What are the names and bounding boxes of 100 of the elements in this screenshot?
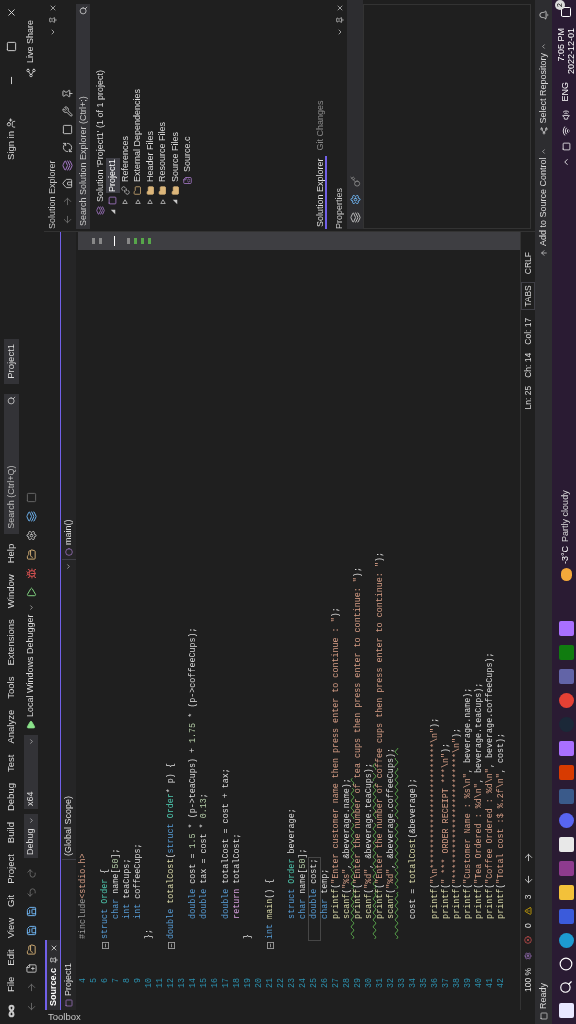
menu-item[interactable]: Analyze bbox=[3, 709, 19, 744]
warning-count[interactable]: 3 bbox=[521, 894, 535, 900]
tree-item[interactable]: References bbox=[118, 134, 132, 183]
add-to-source-control-link[interactable]: Add to Source Control bbox=[536, 157, 551, 247]
menu-item[interactable]: Debug bbox=[3, 783, 19, 812]
clock-date[interactable]: 2022-12-01 bbox=[566, 28, 576, 75]
archive-icon[interactable] bbox=[558, 861, 574, 876]
collapse-all-button[interactable] bbox=[60, 123, 74, 137]
menu-item[interactable]: Window bbox=[3, 574, 19, 609]
categorized-button[interactable] bbox=[348, 211, 362, 225]
temperature[interactable]: -3°C bbox=[559, 545, 573, 564]
volume-icon[interactable] bbox=[561, 109, 571, 120]
pin-icon[interactable] bbox=[49, 955, 58, 964]
visual-studio-icon[interactable] bbox=[558, 621, 574, 636]
tree-item[interactable]: Resource Files bbox=[156, 120, 170, 183]
chat-icon[interactable] bbox=[558, 813, 574, 828]
search-field[interactable]: Search (Ctrl+Q) bbox=[3, 407, 19, 534]
bug-button[interactable] bbox=[24, 566, 38, 581]
collapsed-arrow-icon[interactable] bbox=[134, 199, 141, 205]
property-pages-button[interactable] bbox=[348, 193, 362, 207]
collapsed-arrow-icon[interactable] bbox=[159, 199, 166, 205]
tree-item[interactable]: Source.c bbox=[181, 135, 195, 173]
menu-item[interactable]: View bbox=[3, 917, 19, 939]
home-button[interactable] bbox=[60, 177, 74, 191]
search-icon[interactable] bbox=[3, 393, 19, 408]
new-file-button[interactable] bbox=[24, 962, 38, 976]
wifi-icon[interactable] bbox=[561, 125, 571, 136]
teams-icon[interactable] bbox=[558, 669, 574, 684]
menu-item[interactable]: File bbox=[3, 976, 19, 992]
person-add-icon[interactable] bbox=[6, 118, 16, 128]
editor-tab[interactable]: Source.c bbox=[45, 939, 60, 1010]
start-debugging-button[interactable]: Local Windows Debugger bbox=[24, 604, 38, 730]
wrench-button[interactable] bbox=[60, 105, 74, 119]
share-icon[interactable] bbox=[26, 68, 36, 79]
tree-item[interactable]: Source Files bbox=[168, 130, 182, 183]
bell-icon[interactable] bbox=[538, 10, 549, 20]
menu-item[interactable]: Extensions bbox=[3, 619, 19, 666]
chrome-icon[interactable] bbox=[558, 693, 574, 708]
app-icon[interactable] bbox=[558, 837, 574, 852]
indent-mode[interactable]: TABS bbox=[520, 282, 536, 310]
close-icon[interactable] bbox=[49, 4, 57, 12]
switch-views-button[interactable] bbox=[60, 159, 74, 173]
live-share-link[interactable]: Live Share bbox=[24, 20, 38, 64]
platform-dropdown[interactable]: x64 bbox=[24, 735, 38, 809]
search-icon[interactable] bbox=[559, 980, 573, 994]
expanded-arrow-icon[interactable] bbox=[109, 209, 116, 215]
browser-icon[interactable] bbox=[558, 933, 574, 948]
panel-tab[interactable]: Solution Explorer bbox=[313, 156, 327, 229]
pin-icon[interactable] bbox=[336, 16, 344, 24]
menu-item[interactable]: Tools bbox=[3, 676, 19, 699]
close-icon[interactable] bbox=[336, 4, 344, 12]
configuration-dropdown[interactable]: Debug bbox=[24, 814, 38, 858]
xbox-icon[interactable] bbox=[558, 645, 574, 660]
member-dropdown[interactable]: main() bbox=[61, 232, 76, 560]
search-icon[interactable] bbox=[76, 4, 90, 18]
collapse-icon[interactable] bbox=[102, 942, 109, 949]
folder-icon[interactable] bbox=[558, 885, 574, 900]
sign-in-link[interactable]: Sign in bbox=[3, 131, 19, 161]
tray-icon[interactable] bbox=[561, 141, 571, 151]
tree-item[interactable]: Header Files bbox=[143, 129, 157, 183]
save-button[interactable] bbox=[24, 924, 38, 938]
line-ending[interactable]: CRLF bbox=[521, 252, 535, 275]
scope-dropdown[interactable]: (Global Scope) bbox=[61, 560, 76, 860]
clock-time[interactable]: 7:05 PM bbox=[556, 28, 566, 62]
toolbox-tab[interactable]: Toolbox bbox=[48, 1010, 81, 1024]
panel-tab[interactable]: Git Changes bbox=[313, 98, 327, 153]
language-indicator[interactable]: ENG bbox=[559, 82, 573, 102]
menu-item[interactable]: Git bbox=[3, 894, 19, 907]
refresh-button[interactable] bbox=[60, 141, 74, 155]
menu-item[interactable]: Project bbox=[3, 854, 19, 884]
project-dropdown[interactable]: Project1 bbox=[61, 860, 76, 1010]
collapse-icon[interactable] bbox=[168, 942, 175, 949]
zoom-level[interactable]: 100 % bbox=[521, 967, 535, 992]
bookmark-button[interactable] bbox=[24, 490, 38, 505]
save-all-button[interactable] bbox=[24, 905, 38, 919]
office-icon[interactable] bbox=[558, 765, 574, 780]
close-icon[interactable] bbox=[49, 943, 58, 952]
menu-item[interactable]: Build bbox=[3, 822, 19, 844]
menu-item[interactable]: Help bbox=[3, 543, 19, 564]
collapsed-arrow-icon[interactable] bbox=[147, 199, 154, 205]
settings-button[interactable] bbox=[24, 528, 38, 543]
select-repository-link[interactable]: Select Repository bbox=[536, 53, 551, 124]
tree-item[interactable]: External Dependencies bbox=[131, 87, 145, 183]
tree-item[interactable]: Solution 'Project1' (1 of 1 project) bbox=[93, 69, 107, 203]
weather-text[interactable]: Partly cloudy bbox=[559, 490, 573, 542]
repository-icon[interactable] bbox=[539, 126, 548, 135]
layers-button[interactable] bbox=[24, 509, 38, 524]
expanded-arrow-icon[interactable] bbox=[172, 199, 179, 205]
open-button[interactable] bbox=[24, 943, 38, 957]
folder-button[interactable] bbox=[24, 547, 38, 562]
menu-item[interactable]: Edit bbox=[3, 949, 19, 966]
search-field[interactable]: Search Solution Explorer (Ctrl+;) bbox=[76, 18, 90, 229]
tree-item[interactable]: Project1 bbox=[106, 157, 120, 193]
circle-icon[interactable] bbox=[559, 957, 573, 971]
maximize-button[interactable] bbox=[4, 40, 18, 54]
code-editor-icon[interactable] bbox=[558, 909, 574, 924]
collapse-icon[interactable] bbox=[267, 942, 274, 949]
error-count[interactable]: 0 bbox=[521, 923, 535, 928]
pin-icon[interactable] bbox=[49, 16, 57, 24]
notification-icon[interactable] bbox=[560, 6, 572, 18]
